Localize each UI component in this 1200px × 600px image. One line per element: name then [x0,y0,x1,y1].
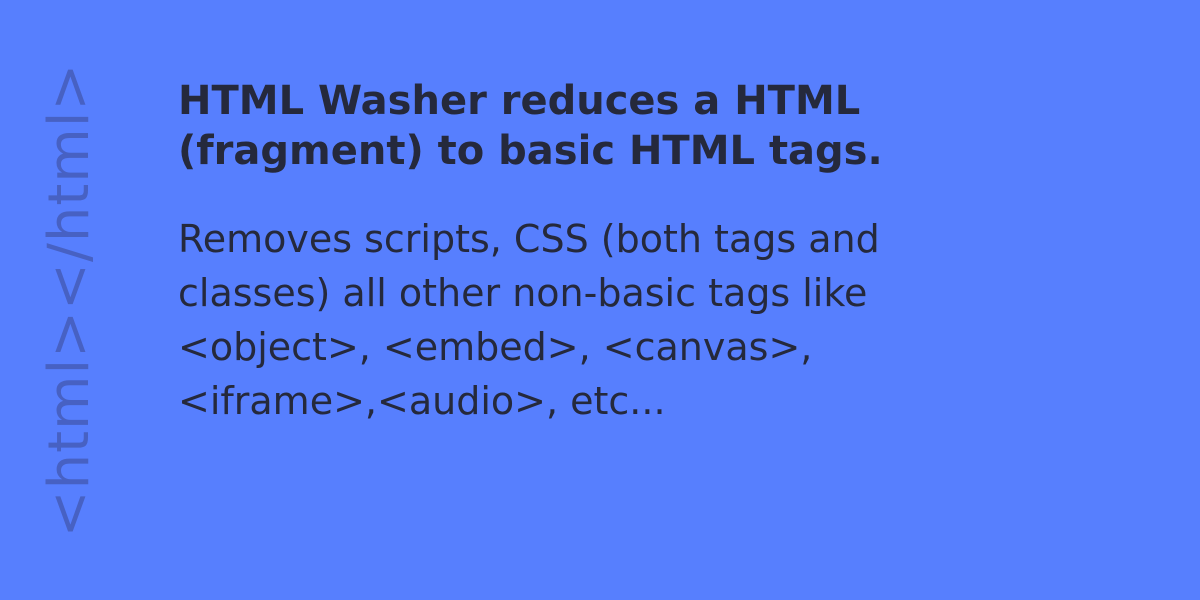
content-block: HTML Washer reduces a HTML (fragment) to… [178,76,1078,428]
promo-card: <html></html> HTML Washer reduces a HTML… [0,0,1200,600]
headline-line-1: HTML Washer reduces a HTML [178,78,861,124]
description-line-2: classes) all other non-basic tags like [178,271,868,315]
html-tag-logo: <html></html> [37,62,102,538]
description-line-3: <object>, <embed>, <canvas>, [178,325,813,369]
description-line-1: Removes scripts, CSS (both tags and [178,217,880,261]
headline: HTML Washer reduces a HTML (fragment) to… [178,76,978,176]
description: Removes scripts, CSS (both tags and clas… [178,212,1038,428]
description-line-4: <iframe>,<audio>, etc... [178,379,666,423]
headline-line-2: (fragment) to basic HTML tags. [178,128,883,174]
